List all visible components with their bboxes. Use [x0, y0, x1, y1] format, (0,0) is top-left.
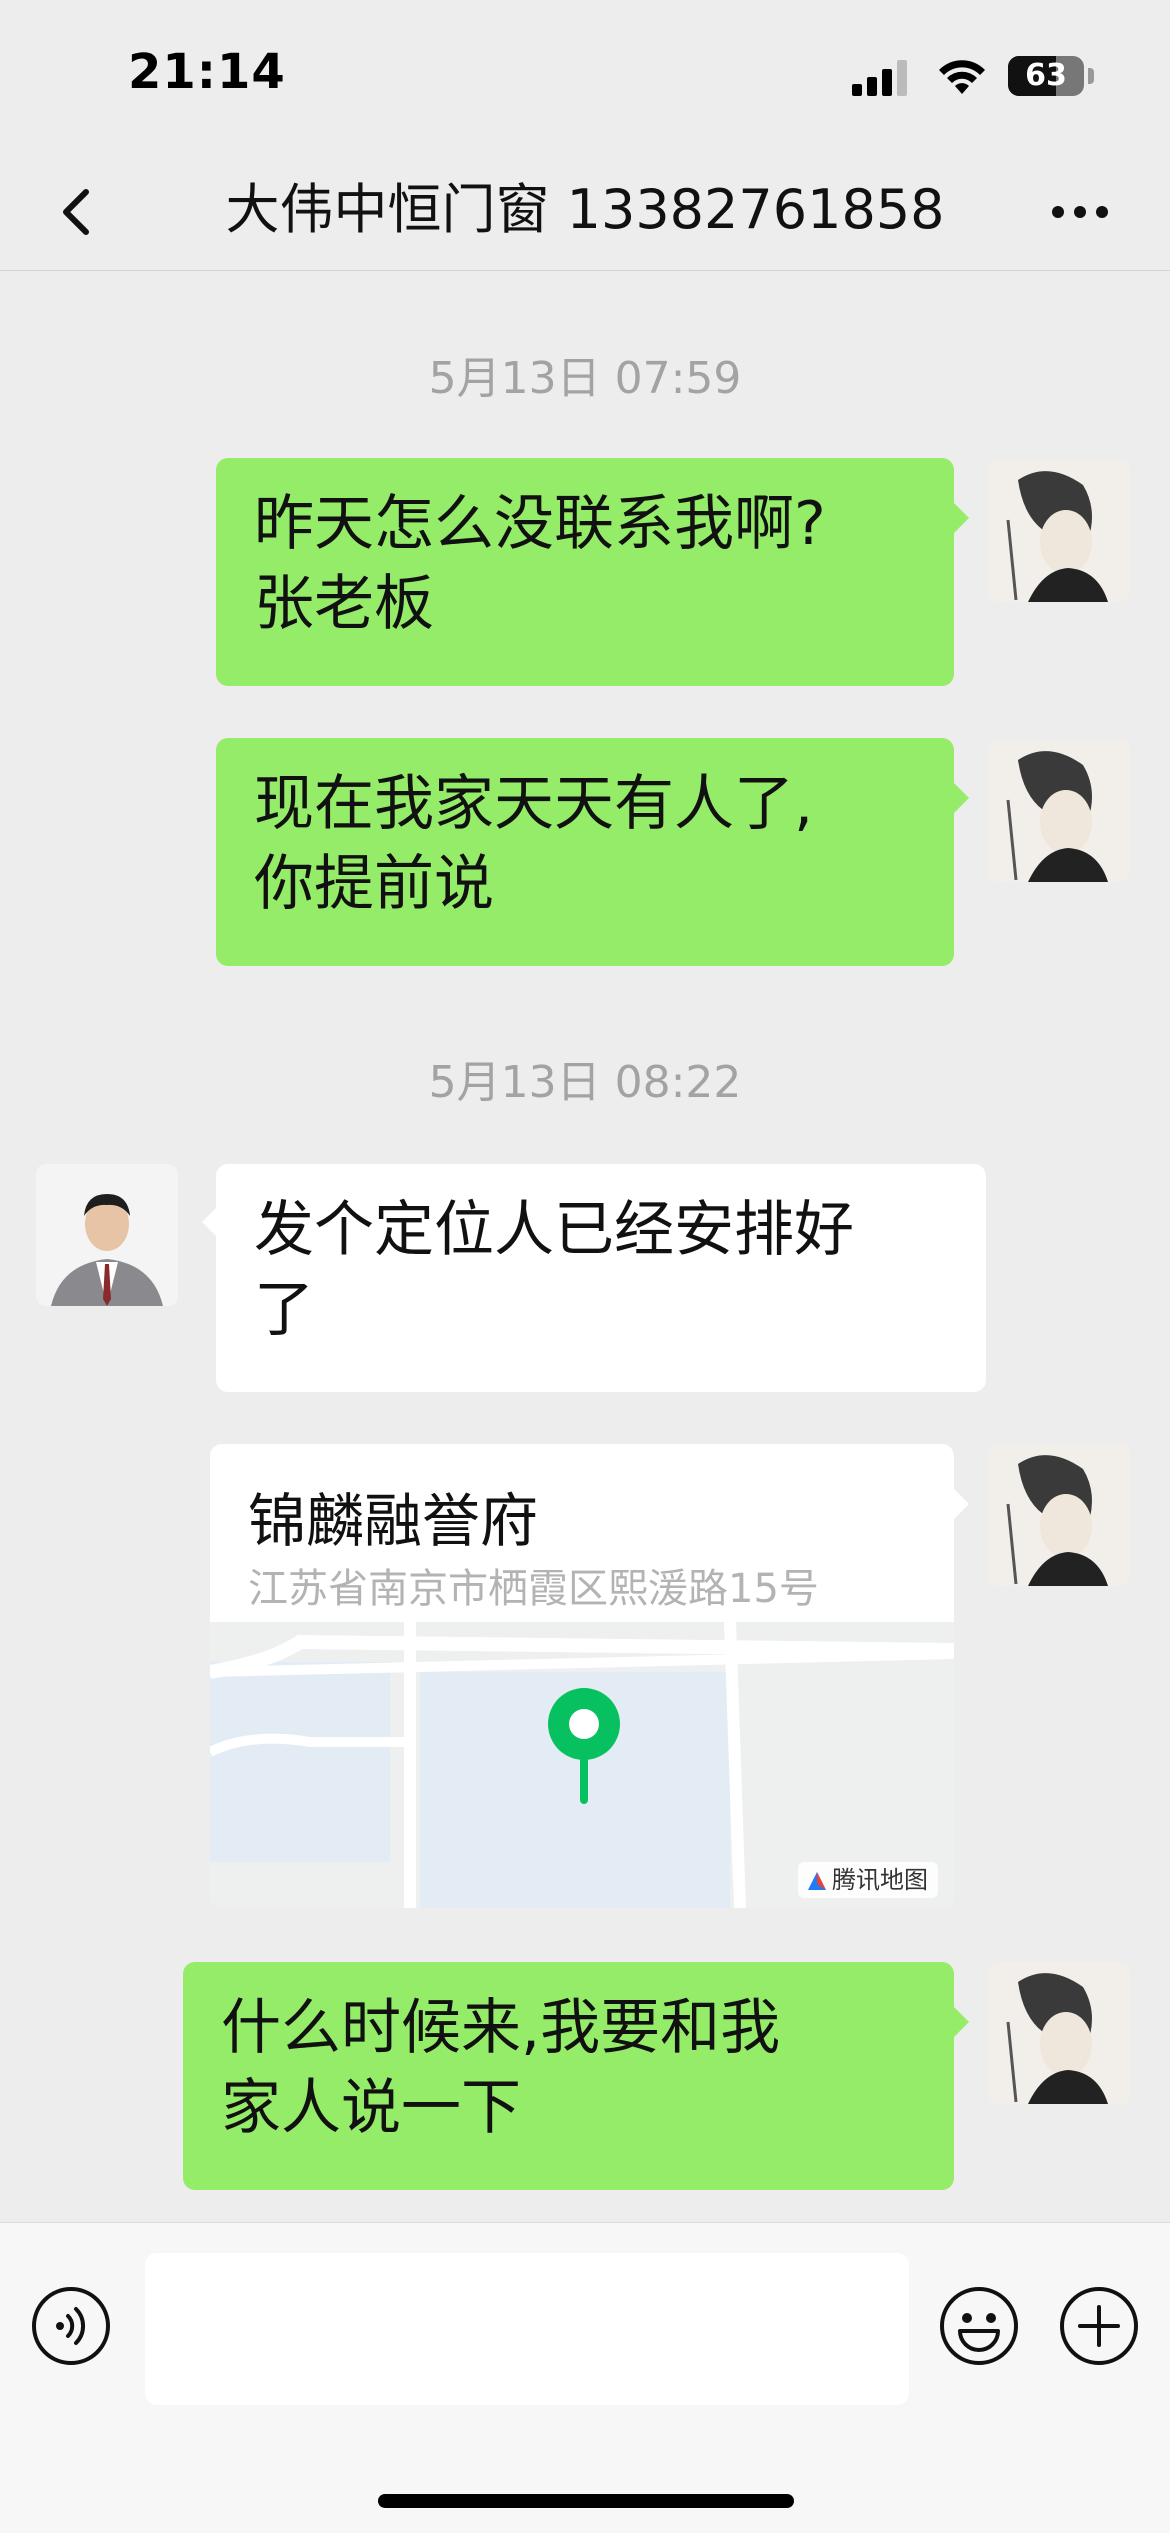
message-bubble-self[interactable]: 昨天怎么没联系我啊? 张老板 [216, 458, 954, 686]
location-card[interactable]: 锦麟融誉府 江苏省南京市栖霞区熙湲路15号 腾讯地图 [210, 1444, 954, 1908]
avatar-contact[interactable] [36, 1164, 178, 1306]
message-bubble-self[interactable]: 现在我家天天有人了, 你提前说 [216, 738, 954, 966]
avatar-self-image [988, 740, 1130, 882]
avatar-contact-image [36, 1164, 178, 1306]
bubble-tail [953, 782, 969, 814]
map-provider-name: 腾讯地图 [832, 1866, 928, 1894]
message-line: 发个定位人已经安排好 [254, 1195, 854, 1265]
more-dots-icon[interactable] [1040, 172, 1120, 252]
message-line: 什么时候来,我要和我 [221, 1993, 781, 2063]
map-provider-badge: 腾讯地图 [798, 1862, 938, 1898]
status-bar: 21:14 63 [0, 0, 1170, 150]
message-line: 昨天怎么没联系我啊? [254, 489, 826, 559]
message-line: 张老板 [254, 569, 434, 639]
location-address: 江苏省南京市栖霞区熙湲路15号 [248, 1566, 819, 1612]
avatar-self[interactable] [988, 740, 1130, 882]
chevron-left-icon[interactable] [40, 172, 120, 252]
cellular-signal-icon [852, 60, 912, 96]
battery-percentage: 63 [1025, 58, 1067, 93]
wifi-icon [939, 60, 985, 94]
tencent-map-icon [808, 1872, 826, 1890]
message-timestamp: 5月13日 07:59 [428, 353, 742, 404]
emoji-icon[interactable] [938, 2285, 1020, 2367]
chat-title: 大伟中恒门窗 13382761858 [225, 178, 945, 241]
message-line: 你提前说 [254, 849, 494, 919]
battery-cap [1088, 68, 1094, 84]
plus-icon[interactable] [1058, 2285, 1140, 2367]
message-line: 家人说一下 [221, 2073, 521, 2143]
message-bubble-self[interactable]: 什么时候来,我要和我 家人说一下 [183, 1962, 954, 2190]
avatar-self[interactable] [988, 1962, 1130, 2104]
bubble-tail [953, 1488, 969, 1520]
home-indicator [378, 2494, 794, 2508]
avatar-self-image [988, 1444, 1130, 1586]
message-line: 了 [254, 1275, 314, 1345]
avatar-self-image [988, 1962, 1130, 2104]
avatar-self[interactable] [988, 1444, 1130, 1586]
chat-input-bar [0, 2222, 1170, 2533]
voice-icon[interactable] [30, 2285, 112, 2367]
message-bubble-contact[interactable]: 发个定位人已经安排好 了 [216, 1164, 986, 1392]
battery-icon: 63 [1008, 56, 1084, 96]
message-input[interactable] [145, 2253, 909, 2405]
avatar-self-image [988, 460, 1130, 602]
message-timestamp: 5月13日 08:22 [428, 1057, 742, 1108]
bubble-tail [953, 502, 969, 534]
map-pin-icon [548, 1688, 620, 1804]
avatar-self[interactable] [988, 460, 1130, 602]
chat-header: 大伟中恒门窗 13382761858 [0, 150, 1170, 271]
bubble-tail [953, 2006, 969, 2038]
status-time: 21:14 [128, 44, 286, 100]
message-line: 现在我家天天有人了, [254, 769, 814, 839]
location-name: 锦麟融誉府 [248, 1487, 539, 1555]
